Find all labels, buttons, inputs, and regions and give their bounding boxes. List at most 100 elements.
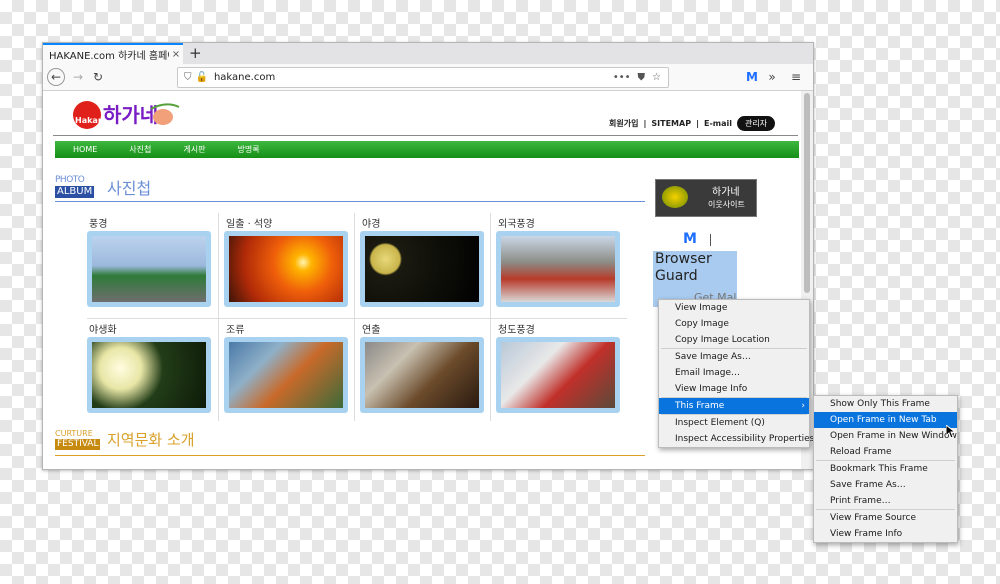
section-title-festival: CURTURE FESTIVAL 지역문화 소개	[55, 429, 645, 456]
menu-print-frame[interactable]: Print Frame…	[814, 493, 957, 509]
menu-open-frame-new-tab[interactable]: Open Frame in New Tab	[814, 412, 957, 428]
forward-button[interactable]: →	[69, 68, 87, 86]
menu-view-image-info[interactable]: View Image Info	[659, 381, 809, 397]
hamburger-menu-icon[interactable]: ≡	[787, 68, 805, 86]
staged-photo[interactable]	[365, 342, 479, 408]
section-en-bottom: ALBUM	[55, 186, 95, 198]
tab-close-icon[interactable]: ×	[169, 49, 183, 60]
menu-save-frame-as[interactable]: Save Frame As…	[814, 477, 957, 493]
scrollbar-thumb[interactable]	[804, 93, 810, 293]
menu-board[interactable]: 게시판	[183, 144, 205, 155]
tab-strip: HAKANE.com 하카네 홈페이지 × +	[43, 43, 813, 64]
menu-inspect-element[interactable]: Inspect Element (Q)	[659, 415, 809, 431]
gallery-frame[interactable]	[87, 337, 211, 413]
menu-inspect-accessibility[interactable]: Inspect Accessibility Properties	[659, 431, 814, 447]
header-divider	[53, 135, 798, 136]
banner-title: 하가네	[712, 187, 740, 198]
navigation-toolbar: ← → ↻ ⛉ 🔓 hakane.com ••• ⛊ ☆ M » ≡	[43, 64, 813, 91]
back-button[interactable]: ←	[47, 68, 65, 86]
context-menu: View Image Copy Image Copy Image Locatio…	[658, 299, 814, 448]
landscape-photo[interactable]	[92, 236, 206, 302]
menu-photo[interactable]: 사진첩	[129, 144, 151, 155]
pocket-icon[interactable]: ⛊	[638, 72, 646, 83]
gallery-label: 외국풍경	[498, 219, 535, 230]
separator: |	[643, 119, 647, 128]
gallery-label: 야생화	[89, 325, 117, 336]
gallery-divider	[490, 213, 491, 421]
foreign-landscape-photo[interactable]	[501, 236, 615, 302]
night-photo[interactable]	[365, 236, 479, 302]
malwarebytes-icon: M	[683, 231, 697, 247]
top-links: 회원가입 | SITEMAP | E-mail 관리자	[609, 116, 776, 131]
overflow-menu-icon[interactable]: »	[763, 68, 781, 86]
section-ko: 지역문화 소개	[107, 431, 195, 449]
sitemap-link[interactable]: SITEMAP	[651, 119, 691, 128]
cheongdo-photo[interactable]	[501, 342, 615, 408]
menu-open-frame-new-window[interactable]: Open Frame in New Window	[814, 428, 957, 444]
gallery-frame[interactable]	[360, 337, 484, 413]
bird-photo[interactable]	[229, 342, 343, 408]
menu-reload-frame[interactable]: Reload Frame	[814, 444, 957, 460]
gallery-frame[interactable]	[496, 231, 620, 307]
separator: |	[696, 119, 699, 128]
page-actions-icon[interactable]: •••	[613, 72, 631, 83]
admin-button[interactable]: 관리자	[737, 116, 776, 131]
menu-this-frame-label: This Frame	[675, 401, 725, 411]
browser-guard-title: Browser Guard	[655, 251, 712, 285]
main-menu: HOME 사진첩 게시판 방명록	[55, 141, 799, 158]
menu-email-image[interactable]: Email Image…	[659, 365, 809, 381]
neighbor-site-banner[interactable]: 하가네 이웃사이트	[655, 179, 757, 217]
menu-guestbook[interactable]: 방명록	[237, 144, 259, 155]
gallery-frame[interactable]	[224, 231, 348, 307]
gallery-divider	[87, 318, 627, 319]
insecure-lock-icon[interactable]: 🔓	[196, 72, 208, 83]
site-logo[interactable]: Hakane 하가네	[71, 95, 181, 133]
menu-save-image-as[interactable]: Save Image As…	[659, 349, 809, 365]
gallery-label: 연출	[362, 325, 381, 336]
menu-this-frame[interactable]: This Frame ›	[659, 398, 809, 414]
section-ko: 사진첩	[107, 179, 152, 198]
gallery-label: 청도풍경	[498, 325, 535, 336]
frame-submenu: Show Only This Frame Open Frame in New T…	[813, 395, 958, 543]
menu-copy-image-location[interactable]: Copy Image Location	[659, 332, 809, 348]
section-en-top: PHOTO	[55, 175, 85, 185]
malwarebytes-extension-icon[interactable]: M	[743, 68, 761, 86]
menu-view-image[interactable]: View Image	[659, 300, 809, 316]
logo-text: 하가네	[103, 103, 158, 127]
browser-guard-line2: Guard	[655, 268, 698, 284]
gallery-frame[interactable]	[360, 231, 484, 307]
url-bar[interactable]: ⛉ 🔓 hakane.com ••• ⛊ ☆	[177, 67, 669, 88]
wildflower-photo[interactable]	[92, 342, 206, 408]
tab-hakane[interactable]: HAKANE.com 하카네 홈페이지 ×	[43, 43, 183, 64]
shield-icon[interactable]: ⛉	[184, 72, 192, 83]
gallery-label: 조류	[226, 325, 245, 336]
url-text[interactable]: hakane.com	[214, 72, 613, 83]
menu-home[interactable]: HOME	[73, 145, 97, 154]
section-en-top: CURTURE	[55, 429, 93, 438]
gallery-frame[interactable]	[87, 231, 211, 307]
tab-title: HAKANE.com 하카네 홈페이지	[49, 51, 169, 62]
menu-bookmark-frame[interactable]: Bookmark This Frame	[814, 461, 957, 477]
gallery-divider	[218, 213, 219, 421]
browser-guard-line1: Browser	[655, 251, 712, 267]
menu-view-frame-source[interactable]: View Frame Source	[814, 510, 957, 526]
menu-copy-image[interactable]: Copy Image	[659, 316, 809, 332]
reload-button[interactable]: ↻	[89, 68, 107, 86]
divider	[710, 234, 711, 246]
gallery-frame[interactable]	[496, 337, 620, 413]
banner-sub: 이웃사이트	[708, 200, 745, 209]
new-tab-button[interactable]: +	[189, 44, 202, 62]
section-en-bottom: FESTIVAL	[55, 439, 101, 450]
sunset-photo[interactable]	[229, 236, 343, 302]
gallery-label: 풍경	[89, 219, 108, 230]
gallery-divider	[354, 213, 355, 421]
gallery-frame[interactable]	[224, 337, 348, 413]
menu-show-only-this-frame[interactable]: Show Only This Frame	[814, 396, 957, 412]
menu-view-frame-info[interactable]: View Frame Info	[814, 526, 957, 542]
submenu-arrow-icon: ›	[801, 401, 805, 411]
bookmark-star-icon[interactable]: ☆	[652, 72, 661, 83]
section-title-photo: PHOTO ALBUM 사진첩	[55, 175, 645, 202]
join-link[interactable]: 회원가입	[609, 118, 638, 129]
gallery-label: 야경	[362, 219, 381, 230]
email-link[interactable]: E-mail	[704, 119, 732, 128]
